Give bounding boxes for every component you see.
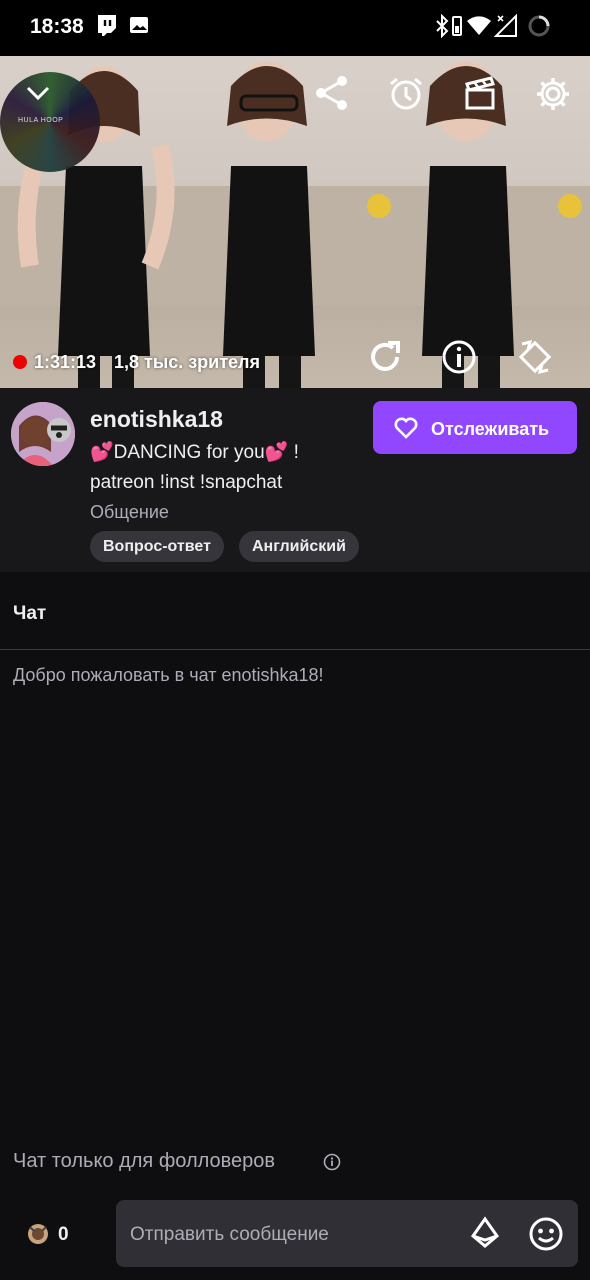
- refresh-icon[interactable]: [366, 338, 404, 381]
- clip-icon[interactable]: [462, 76, 498, 117]
- status-bar: 18:38: [0, 0, 590, 56]
- status-time: 18:38: [30, 15, 84, 38]
- signal-icon: [493, 13, 518, 43]
- image-notification-icon: [128, 14, 150, 41]
- channel-avatar[interactable]: [11, 402, 75, 466]
- bluetooth-icon: [434, 13, 450, 43]
- chat-message-input[interactable]: [128, 1200, 462, 1269]
- viewer-count: 1,8 тыс. зрителя: [114, 352, 260, 372]
- loading-icon: [527, 14, 551, 43]
- settings-icon[interactable]: [534, 75, 572, 118]
- tag-chip[interactable]: Английский: [239, 531, 359, 562]
- channel-name[interactable]: enotishka18: [90, 406, 223, 433]
- chevron-down-icon[interactable]: [24, 82, 52, 109]
- follow-button[interactable]: Отслеживать: [373, 401, 577, 454]
- video-frame: [197, 56, 394, 388]
- chat-message-box[interactable]: [116, 1200, 578, 1269]
- share-icon[interactable]: [314, 74, 350, 117]
- stream-timer: 1:31:13: [34, 352, 97, 372]
- emote-picker-icon[interactable]: [528, 1216, 564, 1257]
- live-indicator: [13, 355, 27, 369]
- channel-points-count: 0: [58, 1224, 69, 1245]
- wifi-icon: [466, 14, 492, 43]
- battery-saver-icon: [452, 14, 462, 43]
- video-player[interactable]: HULA HOOP: [0, 56, 590, 388]
- wheel-overlay-label: HULA HOOP: [18, 117, 64, 124]
- alarm-icon[interactable]: [388, 76, 424, 117]
- stream-title-line-1: 💕DANCING for you💕 !: [90, 442, 299, 463]
- twitch-notification-icon: [96, 14, 118, 43]
- info-circle-icon[interactable]: [323, 1153, 341, 1176]
- tag-chip[interactable]: Вопрос-ответ: [90, 531, 224, 562]
- chat-title: Чат: [13, 603, 47, 624]
- chat-header: [0, 572, 590, 650]
- followers-only-notice: Чат только для фолловеров: [13, 1150, 276, 1172]
- channel-points-icon[interactable]: [26, 1222, 50, 1246]
- rotate-icon[interactable]: [516, 338, 554, 381]
- heart-icon: [394, 417, 418, 439]
- follow-button-label: Отслеживать: [431, 419, 550, 439]
- stream-category[interactable]: Общение: [90, 502, 169, 523]
- chat-welcome-message: Добро пожаловать в чат enotishka18!: [13, 665, 324, 685]
- stream-title-line-2: patreon !inst !snapchat: [90, 472, 283, 493]
- info-icon[interactable]: [440, 338, 478, 381]
- bits-icon[interactable]: [470, 1216, 500, 1255]
